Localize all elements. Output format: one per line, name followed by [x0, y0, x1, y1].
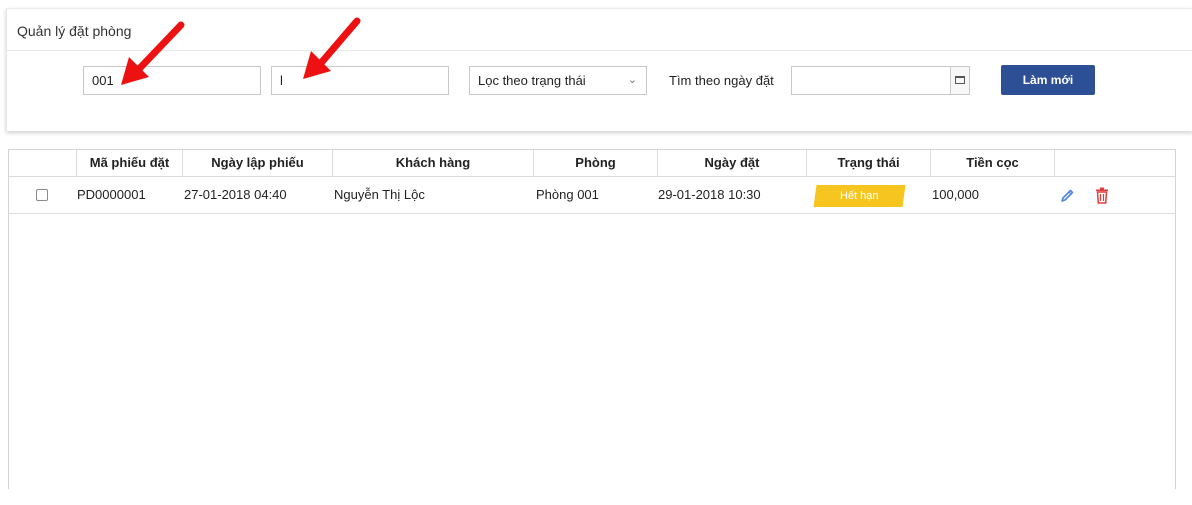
filter-panel: Quản lý đặt phòng Lọc theo trạng thái ⌄ …: [6, 8, 1192, 131]
calendar-button[interactable]: [950, 66, 970, 95]
chevron-down-icon: ⌄: [627, 74, 637, 86]
calendar-icon: [955, 76, 965, 84]
pencil-icon[interactable]: [1059, 188, 1075, 204]
booking-date-input[interactable]: [791, 66, 951, 95]
column-header-booked: Ngày đặt: [657, 150, 806, 176]
refresh-button[interactable]: Làm mới: [1001, 65, 1095, 95]
trash-icon[interactable]: [1095, 187, 1109, 204]
status-filter-value: Lọc theo trạng thái: [478, 73, 586, 88]
cell-deposit: 100,000: [932, 187, 979, 202]
cell-code: PD0000001: [77, 187, 146, 202]
red-arrow-icon: [121, 21, 185, 85]
column-header-actions: [1054, 150, 1177, 176]
column-header-status: Trạng thái: [806, 150, 930, 176]
cell-customer: Nguyễn Thị Lộc: [334, 187, 425, 202]
date-filter-label: Tìm theo ngày đặt: [669, 73, 774, 88]
red-arrow-icon: [303, 17, 361, 79]
column-header-room: Phòng: [533, 150, 657, 176]
column-header-select: [9, 150, 76, 176]
booking-table: Mã phiếu đặt Ngày lập phiếu Khách hàng P…: [8, 149, 1176, 489]
row-checkbox[interactable]: [36, 189, 48, 201]
cell-booked: 29-01-2018 10:30: [658, 187, 761, 202]
column-header-customer: Khách hàng: [332, 150, 533, 176]
status-badge: Hết hạn: [813, 185, 906, 207]
cell-room: Phòng 001: [536, 187, 599, 202]
table-row[interactable]: PD0000001 27-01-2018 04:40 Nguyễn Thị Lộ…: [9, 177, 1175, 214]
table-header: Mã phiếu đặt Ngày lập phiếu Khách hàng P…: [9, 150, 1175, 177]
column-header-code: Mã phiếu đặt: [76, 150, 182, 176]
cell-created: 27-01-2018 04:40: [184, 187, 287, 202]
status-badge-label: Hết hạn: [840, 190, 879, 202]
column-header-deposit: Tiền cọc: [930, 150, 1054, 176]
page-title: Quản lý đặt phòng: [17, 23, 132, 39]
status-filter-select[interactable]: Lọc theo trạng thái ⌄: [469, 66, 647, 95]
column-header-created: Ngày lập phiếu: [182, 150, 332, 176]
